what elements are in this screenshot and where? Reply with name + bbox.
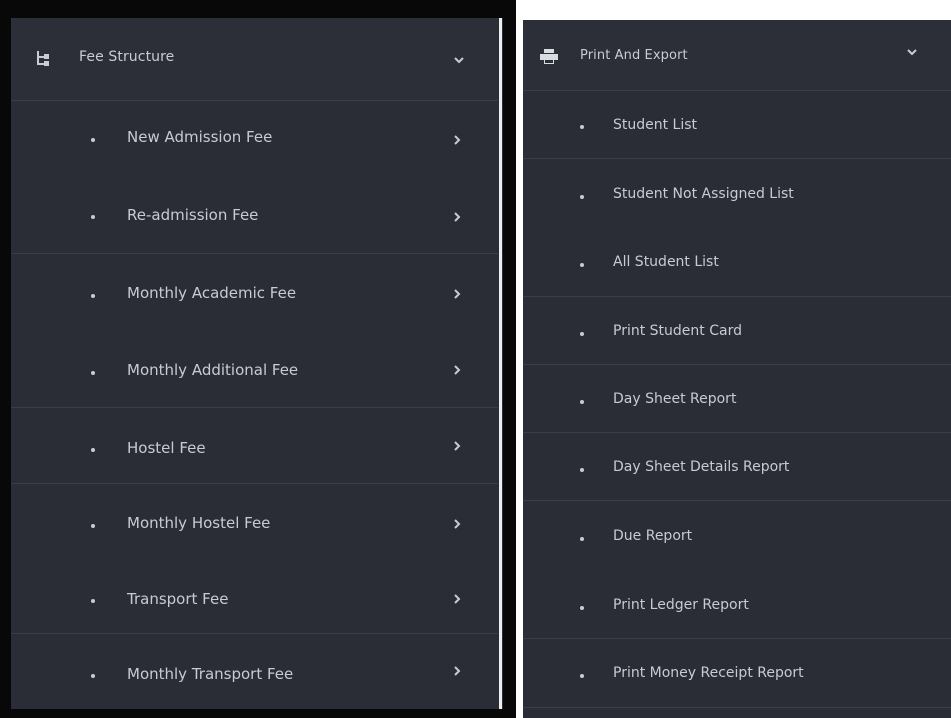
bullet-icon xyxy=(91,371,95,375)
menu-item-monthly-hostel-fee[interactable]: Monthly Hostel Fee xyxy=(11,484,498,558)
chevron-right-icon xyxy=(452,286,462,299)
bullet-icon xyxy=(91,599,95,603)
bullet-icon xyxy=(91,674,95,678)
chevron-right-icon xyxy=(452,591,462,604)
print-and-export-menu: Print And Export Student List Student No… xyxy=(523,20,951,718)
menu-item-hostel-fee[interactable]: Hostel Fee xyxy=(11,408,498,482)
menu-item-student-not-assigned-list[interactable]: Student Not Assigned List xyxy=(523,159,951,227)
menu-item-label: Student List xyxy=(613,117,698,133)
menu-item-label: Transport Fee xyxy=(127,590,229,608)
menu-item-label: Day Sheet Report xyxy=(613,391,737,407)
sitemap-icon xyxy=(35,50,51,68)
chevron-right-icon xyxy=(452,516,462,529)
menu-item-print-ledger-report[interactable]: Print Ledger Report xyxy=(523,570,951,638)
menu-item-due-report[interactable]: Due Report xyxy=(523,501,951,569)
chevron-right-icon xyxy=(452,362,462,375)
chevron-down-icon[interactable] xyxy=(906,46,918,58)
menu-item-label: Print Student Card xyxy=(613,323,742,339)
menu-item-label: Hostel Fee xyxy=(127,439,206,457)
menu-item-print-money-receipt-report[interactable]: Print Money Receipt Report xyxy=(523,639,951,707)
menu-item-label: Monthly Hostel Fee xyxy=(127,514,271,532)
bullet-icon xyxy=(580,332,584,336)
bullet-icon xyxy=(91,215,95,219)
menu-divider xyxy=(523,707,951,708)
print-and-export-title: Print And Export xyxy=(580,48,688,63)
screenshot-stage: Fee Structure New Admission Fee Re-admis… xyxy=(0,0,951,718)
bullet-icon xyxy=(580,537,584,541)
bullet-icon xyxy=(91,524,95,528)
menu-item-label: Re-admission Fee xyxy=(127,206,259,224)
panel-gap xyxy=(516,0,523,718)
menu-item-label: Monthly Transport Fee xyxy=(127,665,294,683)
print-and-export-header[interactable]: Print And Export xyxy=(523,20,951,91)
menu-item-label: Monthly Academic Fee xyxy=(127,284,297,302)
bullet-icon xyxy=(91,294,95,298)
fee-structure-title: Fee Structure xyxy=(79,49,175,65)
menu-item-monthly-academic-fee[interactable]: Monthly Academic Fee xyxy=(11,254,498,328)
menu-item-new-admission-fee[interactable]: New Admission Fee xyxy=(11,102,498,176)
menu-item-label: Print Money Receipt Report xyxy=(613,665,804,681)
chevron-right-icon xyxy=(452,209,462,222)
scrollbar-thumb[interactable] xyxy=(499,18,502,709)
menu-item-label: Due Report xyxy=(613,528,693,544)
fee-structure-menu: Fee Structure New Admission Fee Re-admis… xyxy=(11,18,498,709)
menu-item-day-sheet-report[interactable]: Day Sheet Report xyxy=(523,365,951,433)
menu-item-transport-fee[interactable]: Transport Fee xyxy=(11,560,498,634)
menu-item-label: Student Not Assigned List xyxy=(613,186,794,202)
menu-item-student-list[interactable]: Student List xyxy=(523,91,951,159)
fee-structure-header[interactable]: Fee Structure xyxy=(11,18,498,101)
bullet-icon xyxy=(580,400,584,404)
menu-item-re-admission-fee[interactable]: Re-admission Fee xyxy=(11,178,498,252)
menu-item-label: New Admission Fee xyxy=(127,128,273,146)
chevron-right-icon xyxy=(452,663,462,676)
chevron-down-icon[interactable] xyxy=(453,54,465,66)
menu-item-label: Day Sheet Details Report xyxy=(613,459,790,475)
bullet-icon xyxy=(580,125,584,129)
menu-item-monthly-additional-fee[interactable]: Monthly Additional Fee xyxy=(11,332,498,406)
menu-item-day-sheet-details-report[interactable]: Day Sheet Details Report xyxy=(523,433,951,501)
menu-item-label: Monthly Additional Fee xyxy=(127,361,299,379)
menu-item-label: All Student List xyxy=(613,254,719,270)
chevron-right-icon xyxy=(452,438,462,451)
scrollbar[interactable] xyxy=(498,18,503,709)
bullet-icon xyxy=(91,448,95,452)
menu-item-monthly-transport-fee[interactable]: Monthly Transport Fee xyxy=(11,634,498,709)
bullet-icon xyxy=(91,138,95,142)
bullet-icon xyxy=(580,263,584,267)
bullet-icon xyxy=(580,195,584,199)
menu-item-print-student-card[interactable]: Print Student Card xyxy=(523,297,951,365)
bullet-icon xyxy=(580,468,584,472)
menu-item-label: Print Ledger Report xyxy=(613,597,749,613)
bullet-icon xyxy=(580,674,584,678)
printer-icon xyxy=(540,49,558,65)
menu-item-all-student-list[interactable]: All Student List xyxy=(523,228,951,296)
chevron-right-icon xyxy=(452,132,462,145)
bullet-icon xyxy=(580,606,584,610)
